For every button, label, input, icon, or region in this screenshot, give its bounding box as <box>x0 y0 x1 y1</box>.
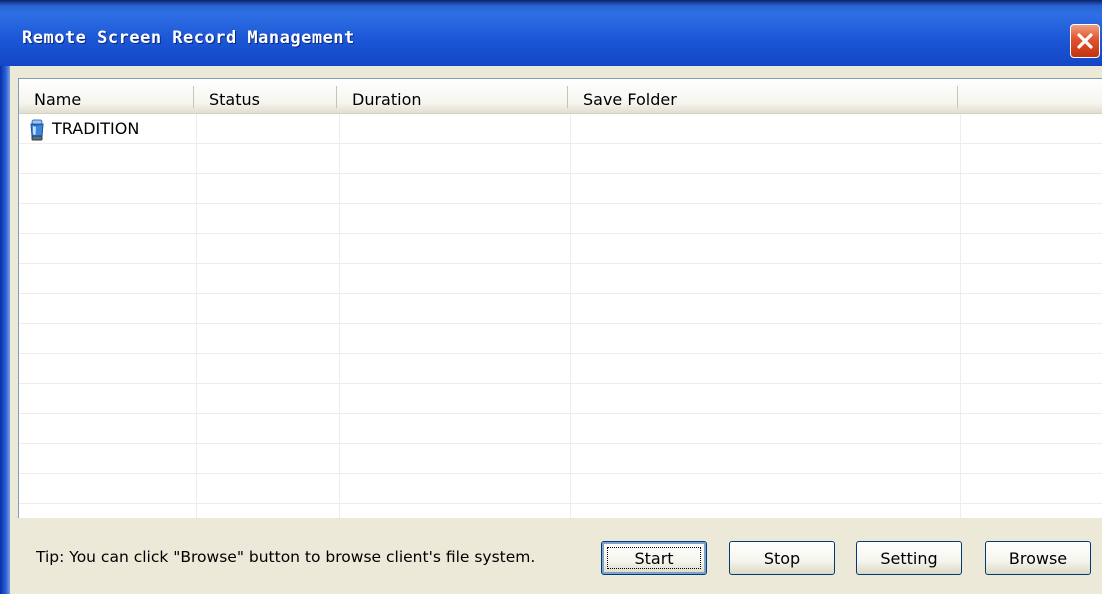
grid-line <box>19 383 1102 384</box>
client-computer-icon <box>28 119 46 141</box>
grid-line <box>19 503 1102 504</box>
grid-line <box>339 114 340 518</box>
column-header-blank[interactable] <box>958 79 1102 113</box>
grid-line <box>19 473 1102 474</box>
grid-line <box>196 114 197 518</box>
grid-line <box>19 353 1102 354</box>
list-body[interactable]: TRADITION <box>19 114 1102 518</box>
grid-line <box>19 173 1102 174</box>
grid-line <box>19 443 1102 444</box>
column-header-status[interactable]: Status <box>194 79 337 113</box>
grid-line <box>19 413 1102 414</box>
column-header-save-folder[interactable]: Save Folder <box>568 79 958 113</box>
column-header-name[interactable]: Name <box>19 79 194 113</box>
browse-button-label: Browse <box>1008 549 1068 568</box>
list-header: Name Status Duration Save Folder <box>19 79 1102 114</box>
browse-button[interactable]: Browse <box>985 541 1091 575</box>
grid-line <box>19 263 1102 264</box>
start-button-label: Start <box>634 549 674 568</box>
record-list[interactable]: Name Status Duration Save Folder TRADITI… <box>18 78 1102 518</box>
close-button[interactable] <box>1070 24 1100 58</box>
stop-button[interactable]: Stop <box>729 541 835 575</box>
tip-text: Tip: You can click "Browse" button to br… <box>36 548 536 566</box>
list-item[interactable]: TRADITION <box>19 114 1102 144</box>
remote-screen-record-window: Remote Screen Record Management Name Sta… <box>0 0 1102 594</box>
grid-line <box>19 203 1102 204</box>
start-button[interactable]: Start <box>601 541 707 575</box>
client-name: TRADITION <box>52 119 140 138</box>
title-bar[interactable]: Remote Screen Record Management <box>0 0 1102 66</box>
close-icon <box>1077 33 1093 49</box>
grid-line <box>570 114 571 518</box>
window-title: Remote Screen Record Management <box>22 28 355 48</box>
setting-button-label: Setting <box>880 549 938 568</box>
window-frame-left <box>0 66 10 594</box>
grid-line <box>19 233 1102 234</box>
grid-line <box>19 323 1102 324</box>
grid-line <box>960 114 961 518</box>
column-header-duration[interactable]: Duration <box>337 79 568 113</box>
stop-button-label: Stop <box>763 549 801 568</box>
setting-button[interactable]: Setting <box>856 541 962 575</box>
grid-line <box>19 293 1102 294</box>
